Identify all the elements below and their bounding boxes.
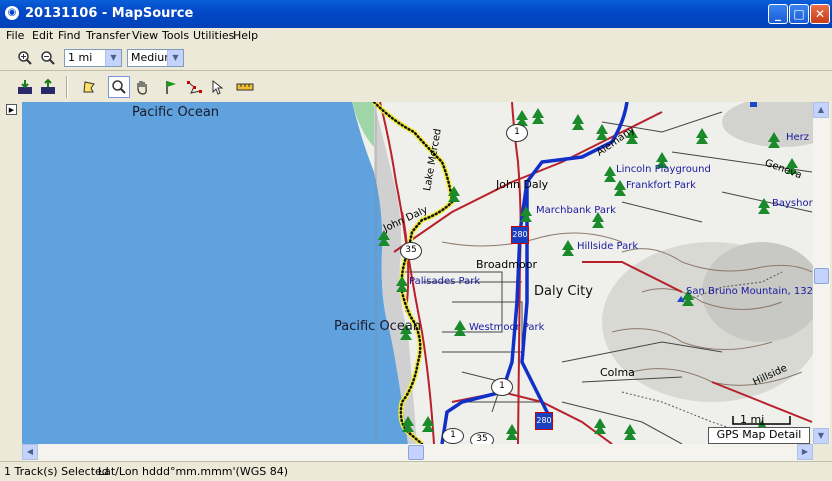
receive-from-device-icon[interactable] — [14, 76, 36, 98]
zoom-tool-icon[interactable] — [108, 76, 130, 98]
expand-sidebar-icon[interactable]: ▶ — [6, 104, 17, 115]
detail-level-select[interactable]: Medium ▼ — [127, 49, 184, 67]
title-bar: ◉ 20131106 - MapSource _ □ ✕ — [0, 0, 832, 28]
waypoint-tool-icon[interactable] — [160, 76, 182, 98]
hwy-1-shield: 1 — [491, 378, 513, 396]
label-westmoor-park: Westmoor Park — [469, 322, 545, 333]
menu-help[interactable]: Help — [233, 29, 258, 42]
label-hillside-park: Hillside Park — [577, 241, 639, 252]
zoom-scale-value: 1 mi — [68, 51, 93, 64]
interstate-280-shield: 280 — [511, 226, 529, 244]
menu-transfer[interactable]: Transfer — [86, 29, 130, 42]
status-bar: 1 Track(s) Selected Lat/Lon hddd°mm.mmm'… — [0, 461, 832, 481]
label-colma: Colma — [600, 366, 635, 379]
ocean-area — [22, 102, 408, 444]
map-product-tool-icon[interactable] — [78, 76, 100, 98]
window-title: 20131106 - MapSource — [25, 6, 194, 21]
status-position-format: Lat/Lon hddd°mm.mmm'(WGS 84) — [98, 465, 288, 478]
selection-tool-icon[interactable] — [206, 76, 228, 98]
toolbar-separator — [66, 76, 68, 98]
app-icon: ◉ — [5, 6, 19, 20]
minimize-button[interactable]: _ — [768, 4, 788, 24]
maximize-button[interactable]: □ — [789, 4, 809, 24]
scroll-left-icon[interactable]: ◀ — [22, 444, 38, 460]
scale-label: 1 mi — [740, 413, 765, 426]
map-view[interactable]: 1 35 280 1 280 1 35 Pacific Ocean Pacifi… — [22, 102, 813, 444]
menu-view[interactable]: View — [132, 29, 158, 42]
label-bayshore: Bayshore — [772, 198, 813, 209]
label-marchbank-park: Marchbank Park — [536, 205, 616, 216]
poi-marker — [750, 102, 757, 107]
hwy-1-shield: 1 — [506, 124, 528, 142]
menu-utilities[interactable]: Utilities — [193, 29, 234, 42]
hwy-35-shield: 35 — [470, 432, 494, 444]
close-button[interactable]: ✕ — [810, 4, 830, 24]
label-frankfort-park: Frankfort Park — [626, 180, 696, 191]
sidebar-collapsed — [0, 102, 22, 460]
menu-file[interactable]: File — [6, 29, 24, 42]
send-to-device-icon[interactable] — [37, 76, 59, 98]
scroll-down-icon[interactable]: ▼ — [813, 428, 829, 444]
scroll-up-icon[interactable]: ▲ — [813, 102, 829, 118]
interstate-280-shield: 280 — [535, 412, 553, 430]
zoom-toolbar: 1 mi ▼ Medium ▼ — [0, 46, 832, 71]
measure-distance-icon[interactable] — [234, 76, 256, 98]
route-tool-icon[interactable] — [183, 76, 205, 98]
zoom-scale-select[interactable]: 1 mi ▼ — [64, 49, 122, 67]
label-lincoln-playground: Lincoln Playground — [616, 164, 711, 175]
label-daly-city: Daly City — [534, 284, 593, 299]
hand-tool-icon[interactable] — [131, 76, 153, 98]
chevron-down-icon: ▼ — [105, 50, 121, 66]
zoom-in-icon[interactable] — [14, 47, 36, 69]
menu-find[interactable]: Find — [58, 29, 81, 42]
vertical-scroll-thumb[interactable] — [814, 268, 829, 284]
scroll-right-icon[interactable]: ▶ — [797, 444, 813, 460]
menu-bar: File Edit Find Transfer View Tools Utili… — [0, 28, 832, 46]
hwy-1-shield: 1 — [442, 428, 464, 444]
zoom-out-icon[interactable] — [37, 47, 59, 69]
label-john-daly: John Daly — [496, 178, 549, 191]
label-pacific-ocean: Pacific Ocean — [334, 319, 422, 334]
vertical-scrollbar[interactable]: ▲ ▼ — [813, 102, 830, 444]
menu-tools[interactable]: Tools — [162, 29, 189, 42]
map-detail-indicator: GPS Map Detail — [708, 427, 810, 444]
label-palisades-park: Palisades Park — [409, 276, 481, 287]
status-track-selection: 1 Track(s) Selected — [4, 465, 109, 478]
tools-toolbar — [0, 72, 832, 102]
hwy-35-shield: 35 — [400, 242, 422, 260]
horizontal-scrollbar[interactable]: ◀ ▶ — [22, 444, 813, 461]
map-canvas — [22, 102, 813, 444]
menu-edit[interactable]: Edit — [32, 29, 53, 42]
label-herz: Herz P — [786, 132, 813, 143]
chevron-down-icon: ▼ — [167, 50, 183, 66]
horizontal-scroll-thumb[interactable] — [408, 445, 424, 460]
label-pacific-ocean: Pacific Ocean — [132, 105, 220, 120]
label-broadmoor: Broadmoor — [476, 258, 537, 271]
label-san-bruno-mountain: San Bruno Mountain, 1327 ft — [686, 286, 813, 297]
